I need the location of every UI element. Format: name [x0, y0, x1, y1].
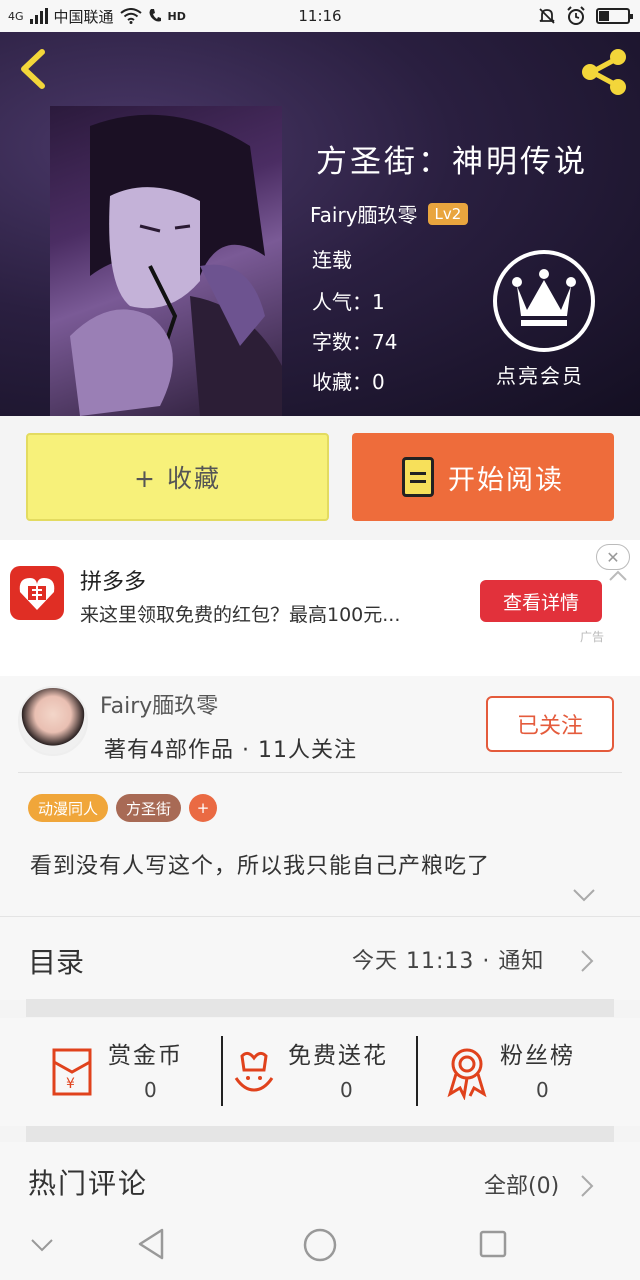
ad-title: 拼多多 — [80, 570, 147, 595]
reward-stats: ¥ 赏金币 0 免费送花 0 粉丝榜 0 — [0, 1018, 640, 1126]
stat-fans[interactable]: 粉丝榜 0 — [440, 1018, 620, 1126]
phone-hd-icon — [149, 9, 161, 22]
book-intro: 看到没有人写这个，所以我只能自己产粮吃了 — [30, 854, 491, 879]
divider — [18, 772, 622, 773]
carrier-name: 中国联通 — [53, 7, 114, 26]
share-icon[interactable] — [578, 46, 630, 98]
expand-chevron-icon[interactable] — [572, 888, 596, 902]
author-level-badge: Lv2 — [427, 202, 469, 225]
stat-coins-label: 赏金币 — [108, 1043, 183, 1069]
section-separator — [26, 999, 614, 1017]
nav-recents-icon[interactable] — [479, 1230, 507, 1258]
pinduoduo-logo-icon — [10, 566, 64, 620]
author-name-link[interactable]: Fairy腼玖零 — [310, 199, 418, 228]
favorites-row: 收藏：0 — [312, 366, 385, 395]
red-envelope-icon: ¥ — [52, 1048, 92, 1096]
nav-back-icon[interactable] — [136, 1228, 166, 1260]
ad-banner[interactable]: 拼多多 来这里领取免费的红包？最高100元... 查看详情 ✕ 广告 — [0, 540, 640, 676]
stat-fans-label: 粉丝榜 — [500, 1043, 575, 1069]
word-count-row: 字数：74 — [312, 326, 397, 355]
hot-comments-label: 热门评论 — [28, 1167, 149, 1200]
author-avatar[interactable] — [18, 686, 88, 756]
divider — [416, 1036, 418, 1106]
start-reading-label: 开始阅读 — [448, 464, 564, 496]
battery-icon — [596, 8, 633, 24]
stat-flowers[interactable]: 免费送花 0 — [226, 1018, 414, 1126]
author-section: Fairy腼玖零 著有4部作品 · 11人关注 已关注 动漫同人 方圣街 + 看… — [0, 676, 640, 916]
stat-flowers-label: 免费送花 — [288, 1043, 388, 1069]
vip-label[interactable]: 点亮会员 — [496, 360, 584, 389]
chevron-up-icon[interactable] — [608, 570, 628, 582]
svg-text:¥: ¥ — [66, 1076, 75, 1092]
tag-fangshengjie[interactable]: 方圣街 — [116, 794, 182, 822]
catalog-label: 目录 — [28, 946, 85, 979]
tag-anime-fanfic[interactable]: 动漫同人 — [28, 794, 109, 822]
award-ribbon-icon — [447, 1048, 487, 1100]
status-bar: 4G 中国联通 HD 11:16 — [0, 0, 640, 32]
all-comments-link[interactable]: 全部(0) — [484, 1168, 559, 1200]
book-icon — [402, 457, 434, 497]
divider — [221, 1036, 223, 1106]
book-title: 方圣街：神明传说 — [316, 144, 588, 180]
author-name[interactable]: Fairy腼玖零 — [100, 688, 218, 720]
add-favorite-button[interactable]: + 收藏 — [26, 433, 329, 521]
popularity-value: 1 — [372, 290, 385, 314]
comments-row[interactable]: 热门评论 全部(0) — [0, 1142, 640, 1214]
network-type: 4G — [8, 9, 24, 23]
vip-crown-button[interactable] — [493, 250, 595, 352]
tag-list: 动漫同人 方圣街 + — [28, 794, 218, 822]
stat-coins[interactable]: ¥ 赏金币 0 — [40, 1018, 220, 1126]
stat-fans-value: 0 — [536, 1078, 549, 1102]
ad-details-button[interactable]: 查看详情 — [480, 580, 602, 622]
popularity-label: 人气： — [312, 290, 372, 314]
alarm-icon — [567, 6, 585, 25]
follow-button[interactable]: 已关注 — [486, 696, 614, 752]
popularity-row: 人气：1 — [312, 286, 385, 315]
word-count-label: 字数： — [312, 330, 372, 354]
hd-label: HD — [167, 9, 186, 23]
word-count-value: 74 — [372, 330, 398, 354]
nav-home-icon[interactable] — [303, 1228, 337, 1262]
signal-icon — [29, 8, 48, 24]
stat-coins-value: 0 — [144, 1078, 157, 1102]
start-reading-button[interactable]: 开始阅读 — [352, 433, 614, 521]
crown-icon — [512, 269, 576, 326]
chevron-right-icon — [581, 1175, 594, 1197]
ad-description: 来这里领取免费的红包？最高100元... — [80, 604, 401, 626]
favorites-label: 收藏： — [312, 370, 372, 394]
serial-status: 连载 — [312, 248, 352, 272]
mute-bell-icon — [539, 8, 555, 24]
catalog-update-info: 今天 11:13 · 通知 — [352, 949, 545, 974]
ad-mark: 广告 — [580, 630, 605, 644]
flower-icon — [234, 1051, 274, 1092]
add-tag-button[interactable]: + — [189, 794, 218, 822]
system-nav-bar — [0, 1214, 640, 1280]
chevron-right-icon — [581, 950, 594, 972]
book-cover-image[interactable] — [50, 106, 282, 416]
wifi-icon — [119, 8, 142, 24]
author-stats: 著有4部作品 · 11人关注 — [104, 738, 357, 763]
book-header: 方圣街：神明传说 Fairy腼玖零 Lv2 连载 人气：1 字数：74 收藏：0… — [0, 32, 640, 416]
hide-nav-chevron-icon[interactable] — [30, 1238, 54, 1252]
favorites-value: 0 — [372, 370, 385, 394]
stat-flowers-value: 0 — [340, 1078, 353, 1102]
ad-close-button[interactable]: ✕ — [596, 544, 630, 570]
catalog-row[interactable]: 目录 今天 11:13 · 通知 — [0, 916, 640, 1000]
back-button[interactable] — [14, 44, 54, 94]
